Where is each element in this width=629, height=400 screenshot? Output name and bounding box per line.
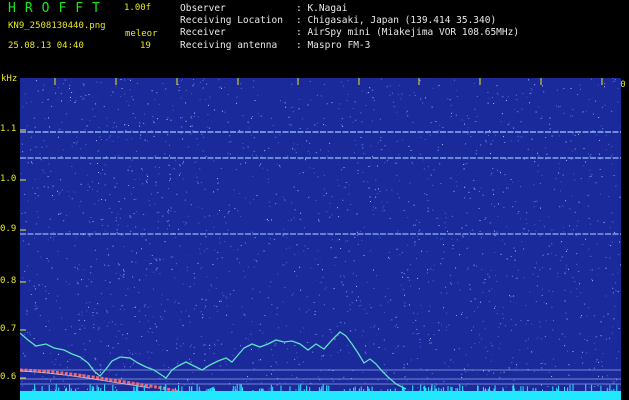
event-count: 19 [140,41,151,51]
y-label-1.1: 1.1 [0,124,17,134]
y-axis-unit: kHz [1,74,18,84]
station-info: Observer: K.Nagai Receiving Location: Ch… [180,3,519,52]
y-label-0.8: 0.8 [0,276,17,286]
file-name: KN9_2508130440.png [8,21,106,31]
spectrogram-plot [20,78,621,400]
capture-datetime: 25.08.13 04:40 [8,41,84,51]
info-row-receiver: Receiver: AirSpy mini (Miakejima VOR 108… [180,27,520,39]
y-label-0.6: 0.6 [0,372,17,382]
y-label-1.0: 1.0 [0,174,17,184]
app-brand: HROFFT [8,1,109,16]
baseline-band [20,391,621,400]
app-version: 1.00f [124,3,152,13]
y-label-0.7: 0.7 [0,324,17,334]
header-bar: HROFFT 1.00f KN9_2508130440.png 25.08.13… [0,0,629,74]
info-row-location: Receiving Location: Chigasaki, Japan (13… [180,15,497,27]
info-row-antenna: Receiving antenna: Maspro FM-3 [180,39,371,51]
info-row-observer: Observer: K.Nagai [180,3,348,14]
mode-label: meleor [125,29,158,39]
plot-background [20,78,621,400]
y-label-0.9: 0.9 [0,224,17,234]
